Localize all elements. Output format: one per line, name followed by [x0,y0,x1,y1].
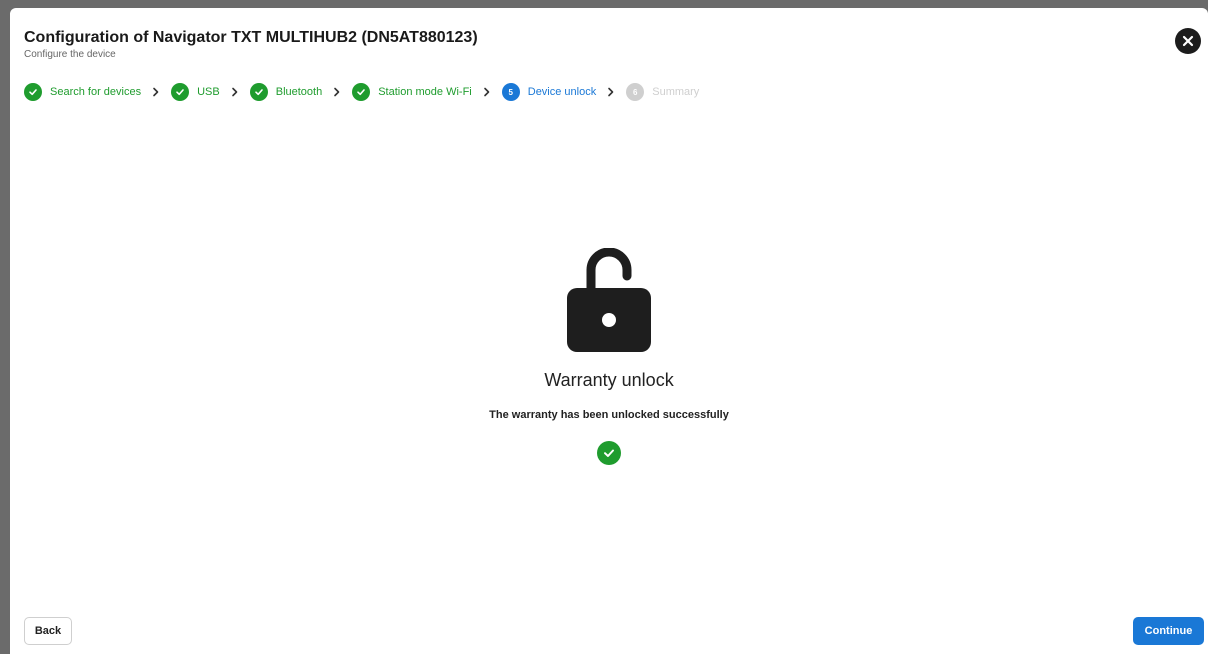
dialog-subtitle: Configure the device [24,49,116,60]
chevron-right-icon [607,87,615,97]
step-label: Device unlock [527,86,597,98]
step-device-unlock[interactable]: 5 Device unlock [501,83,597,101]
chevron-right-icon [333,87,341,97]
unlock-message: The warranty has been unlocked successfu… [489,409,729,421]
step-search-for-devices[interactable]: Search for devices [24,83,141,101]
step-station-mode-wifi[interactable]: Station mode Wi-Fi [352,83,472,101]
step-label: USB [197,86,220,98]
step-check-icon [352,83,371,101]
step-number-badge: 5 [501,83,520,101]
stepper: Search for devices USB Bluetooth Station… [24,82,699,102]
configuration-dialog: Configuration of Navigator TXT MULTIHUB2… [10,8,1208,654]
unlock-status-panel: Warranty unlock The warranty has been un… [10,248,1208,465]
step-check-icon [171,83,190,101]
step-check-icon [24,83,42,101]
close-button[interactable] [1175,28,1201,54]
step-check-icon [249,83,268,101]
back-button[interactable]: Back [24,617,72,645]
dialog-title: Configuration of Navigator TXT MULTIHUB2… [24,29,478,46]
step-number: 5 [508,87,513,97]
chevron-right-icon [152,87,160,97]
check-circle-icon [597,441,621,465]
step-label: Station mode Wi-Fi [378,86,472,98]
continue-button[interactable]: Continue [1133,617,1204,645]
step-number-badge: 6 [626,83,645,101]
close-icon [1182,35,1194,47]
step-label: Bluetooth [275,86,323,98]
chevron-right-icon [231,87,239,97]
step-bluetooth[interactable]: Bluetooth [249,83,323,101]
chevron-right-icon [483,87,491,97]
unlocked-padlock-icon [567,248,651,352]
step-usb[interactable]: USB [171,83,220,101]
unlock-title: Warranty unlock [544,370,674,390]
step-summary: 6 Summary [626,83,699,101]
step-label: Summary [652,86,700,98]
step-label: Search for devices [50,86,142,98]
step-number: 6 [633,87,638,97]
